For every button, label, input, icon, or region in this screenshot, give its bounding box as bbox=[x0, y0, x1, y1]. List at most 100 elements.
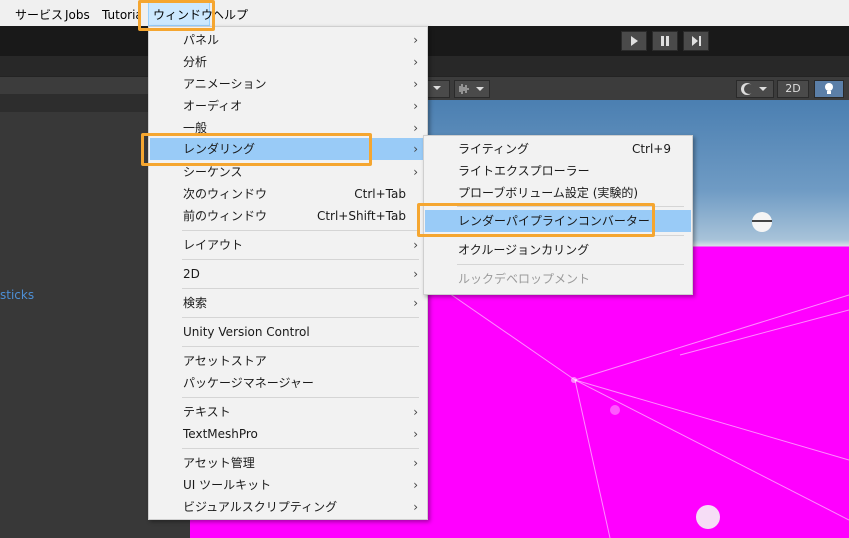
menu-item-label: オーディオ bbox=[183, 99, 243, 113]
menu-item-animation[interactable]: アニメーション › bbox=[150, 73, 426, 95]
menu-item-asset-management[interactable]: アセット管理 › bbox=[150, 452, 426, 474]
menu-item-label: パネル bbox=[183, 33, 220, 47]
menu-item-panels[interactable]: パネル › bbox=[150, 29, 426, 51]
rendering-submenu: ライティング Ctrl+9 ライトエクスプローラー プローブボリューム設定 (実験… bbox=[423, 135, 693, 295]
shading-mode-dropdown[interactable] bbox=[736, 80, 774, 98]
menu-item-ui-toolkit[interactable]: UI ツールキット › bbox=[150, 474, 426, 496]
menu-item-shortcut: Ctrl+Tab bbox=[354, 187, 406, 201]
chevron-right-icon: › bbox=[413, 99, 418, 113]
submenu-item-light-explorer[interactable]: ライトエクスプローラー bbox=[425, 160, 691, 182]
menu-item-label: 一般 bbox=[183, 121, 208, 135]
chevron-right-icon: › bbox=[413, 55, 418, 69]
chevron-right-icon: › bbox=[413, 238, 418, 252]
chevron-right-icon: › bbox=[413, 121, 418, 135]
menu-tutorials[interactable]: Tutorials bbox=[102, 0, 138, 26]
submenu-item-render-pipeline-converter[interactable]: レンダーパイプラインコンバーター bbox=[425, 210, 691, 232]
menu-item-shortcut: Ctrl+9 bbox=[631, 142, 671, 156]
menu-item-label: プローブボリューム設定 (実験的) bbox=[458, 186, 639, 200]
menu-separator bbox=[457, 235, 684, 236]
submenu-item-probe-volume-settings[interactable]: プローブボリューム設定 (実験的) bbox=[425, 182, 691, 204]
menu-separator bbox=[182, 230, 419, 231]
chevron-right-icon: › bbox=[413, 296, 418, 310]
menu-item-label: アセット管理 bbox=[183, 456, 255, 470]
menu-item-label: UI ツールキット bbox=[183, 478, 272, 492]
menu-item-label: アニメーション bbox=[183, 77, 267, 91]
step-icon bbox=[692, 36, 701, 46]
menu-separator bbox=[182, 317, 419, 318]
menu-item-label: ビジュアルスクリプティング bbox=[183, 500, 338, 514]
menu-item-label: パッケージマネージャー bbox=[183, 376, 314, 390]
chevron-right-icon: › bbox=[413, 456, 418, 470]
menu-item-label: シーケンス bbox=[183, 165, 243, 179]
pause-button[interactable] bbox=[652, 31, 678, 51]
2d-mode-toggle[interactable]: 2D bbox=[777, 80, 809, 98]
chevron-right-icon: › bbox=[413, 165, 418, 179]
menu-item-label: オクルージョンカリング bbox=[458, 243, 590, 257]
menu-item-text[interactable]: テキスト › bbox=[150, 401, 426, 423]
chevron-down-icon bbox=[433, 86, 441, 90]
menu-item-label: アセットストア bbox=[183, 354, 267, 368]
chevron-right-icon: › bbox=[413, 33, 418, 47]
step-button[interactable] bbox=[683, 31, 709, 51]
menu-item-label: ライティング bbox=[458, 142, 530, 156]
menu-item-next-window[interactable]: 次のウィンドウ Ctrl+Tab bbox=[150, 183, 426, 205]
lightbulb-icon bbox=[825, 83, 833, 94]
menu-item-layouts[interactable]: レイアウト › bbox=[150, 234, 426, 256]
menu-item-visual-scripting[interactable]: ビジュアルスクリプティング › bbox=[150, 496, 426, 518]
play-button[interactable] bbox=[621, 31, 647, 51]
menu-separator bbox=[182, 397, 419, 398]
menu-help[interactable]: ヘルプ bbox=[212, 0, 248, 26]
menu-jobs[interactable]: Jobs bbox=[65, 0, 90, 26]
hierarchy-item-partial[interactable]: sticks bbox=[0, 288, 34, 302]
menu-item-textmeshpro[interactable]: TextMeshPro › bbox=[150, 423, 426, 445]
menu-item-general[interactable]: 一般 › bbox=[150, 117, 426, 139]
menu-item-version-control[interactable]: Unity Version Control bbox=[150, 321, 426, 343]
menu-services[interactable]: サービス bbox=[15, 0, 63, 26]
menu-separator bbox=[457, 264, 684, 265]
menu-item-label: レンダリング bbox=[183, 142, 256, 156]
menu-item-label: レンダーパイプラインコンバーター bbox=[458, 214, 650, 228]
menu-item-label: TextMeshPro bbox=[183, 427, 258, 441]
chevron-right-icon: › bbox=[413, 142, 418, 156]
menu-separator bbox=[182, 259, 419, 260]
menu-item-analysis[interactable]: 分析 › bbox=[150, 51, 426, 73]
submenu-item-occlusion-culling[interactable]: オクルージョンカリング bbox=[425, 239, 691, 261]
menu-item-label: 2D bbox=[183, 267, 200, 281]
window-menu: パネル › 分析 › アニメーション › オーディオ › 一般 › レンダリング › シーケ… bbox=[148, 26, 428, 520]
menu-item-asset-store[interactable]: アセットストア bbox=[150, 350, 426, 372]
sphere-shading-icon bbox=[741, 83, 767, 95]
pause-icon bbox=[661, 36, 669, 46]
menu-item-package-manager[interactable]: パッケージマネージャー bbox=[150, 372, 426, 394]
menu-item-audio[interactable]: オーディオ › bbox=[150, 95, 426, 117]
menu-item-2d[interactable]: 2D › bbox=[150, 263, 426, 285]
menu-item-rendering[interactable]: レンダリング › bbox=[150, 138, 426, 160]
menu-item-label: 前のウィンドウ bbox=[183, 209, 268, 223]
menu-item-label: 分析 bbox=[183, 55, 208, 69]
menu-item-shortcut: Ctrl+Shift+Tab bbox=[316, 209, 406, 223]
chevron-right-icon: › bbox=[413, 478, 418, 492]
menu-separator bbox=[457, 206, 684, 207]
menu-separator bbox=[182, 346, 419, 347]
chevron-right-icon: › bbox=[413, 267, 418, 281]
menu-separator bbox=[182, 288, 419, 289]
menu-item-label: Unity Version Control bbox=[183, 325, 310, 339]
menu-item-label: ルックデベロップメント bbox=[458, 272, 591, 286]
menu-item-label: テキスト bbox=[183, 405, 231, 419]
submenu-item-lighting[interactable]: ライティング Ctrl+9 bbox=[425, 138, 691, 160]
menu-item-label: 次のウィンドウ bbox=[183, 187, 268, 201]
chevron-right-icon: › bbox=[413, 427, 418, 441]
waveform-icon bbox=[459, 84, 484, 94]
audio-toggle[interactable] bbox=[454, 80, 490, 98]
menu-bar: サービス Jobs Tutorials ウィンドウ ヘルプ bbox=[0, 0, 849, 26]
menu-item-label: レイアウト bbox=[183, 238, 244, 252]
lighting-toggle[interactable] bbox=[814, 80, 844, 98]
menu-item-previous-window[interactable]: 前のウィンドウ Ctrl+Shift+Tab bbox=[150, 205, 426, 227]
menu-item-sequences[interactable]: シーケンス › bbox=[150, 161, 426, 183]
menu-window[interactable]: ウィンドウ bbox=[148, 0, 213, 26]
menu-item-label: ライトエクスプローラー bbox=[458, 164, 590, 178]
play-icon bbox=[631, 36, 638, 46]
submenu-item-look-dev: ルックデベロップメント bbox=[425, 268, 691, 290]
menu-item-search[interactable]: 検索 › bbox=[150, 292, 426, 314]
menu-item-label: 検索 bbox=[183, 296, 208, 310]
chevron-right-icon: › bbox=[413, 77, 418, 91]
